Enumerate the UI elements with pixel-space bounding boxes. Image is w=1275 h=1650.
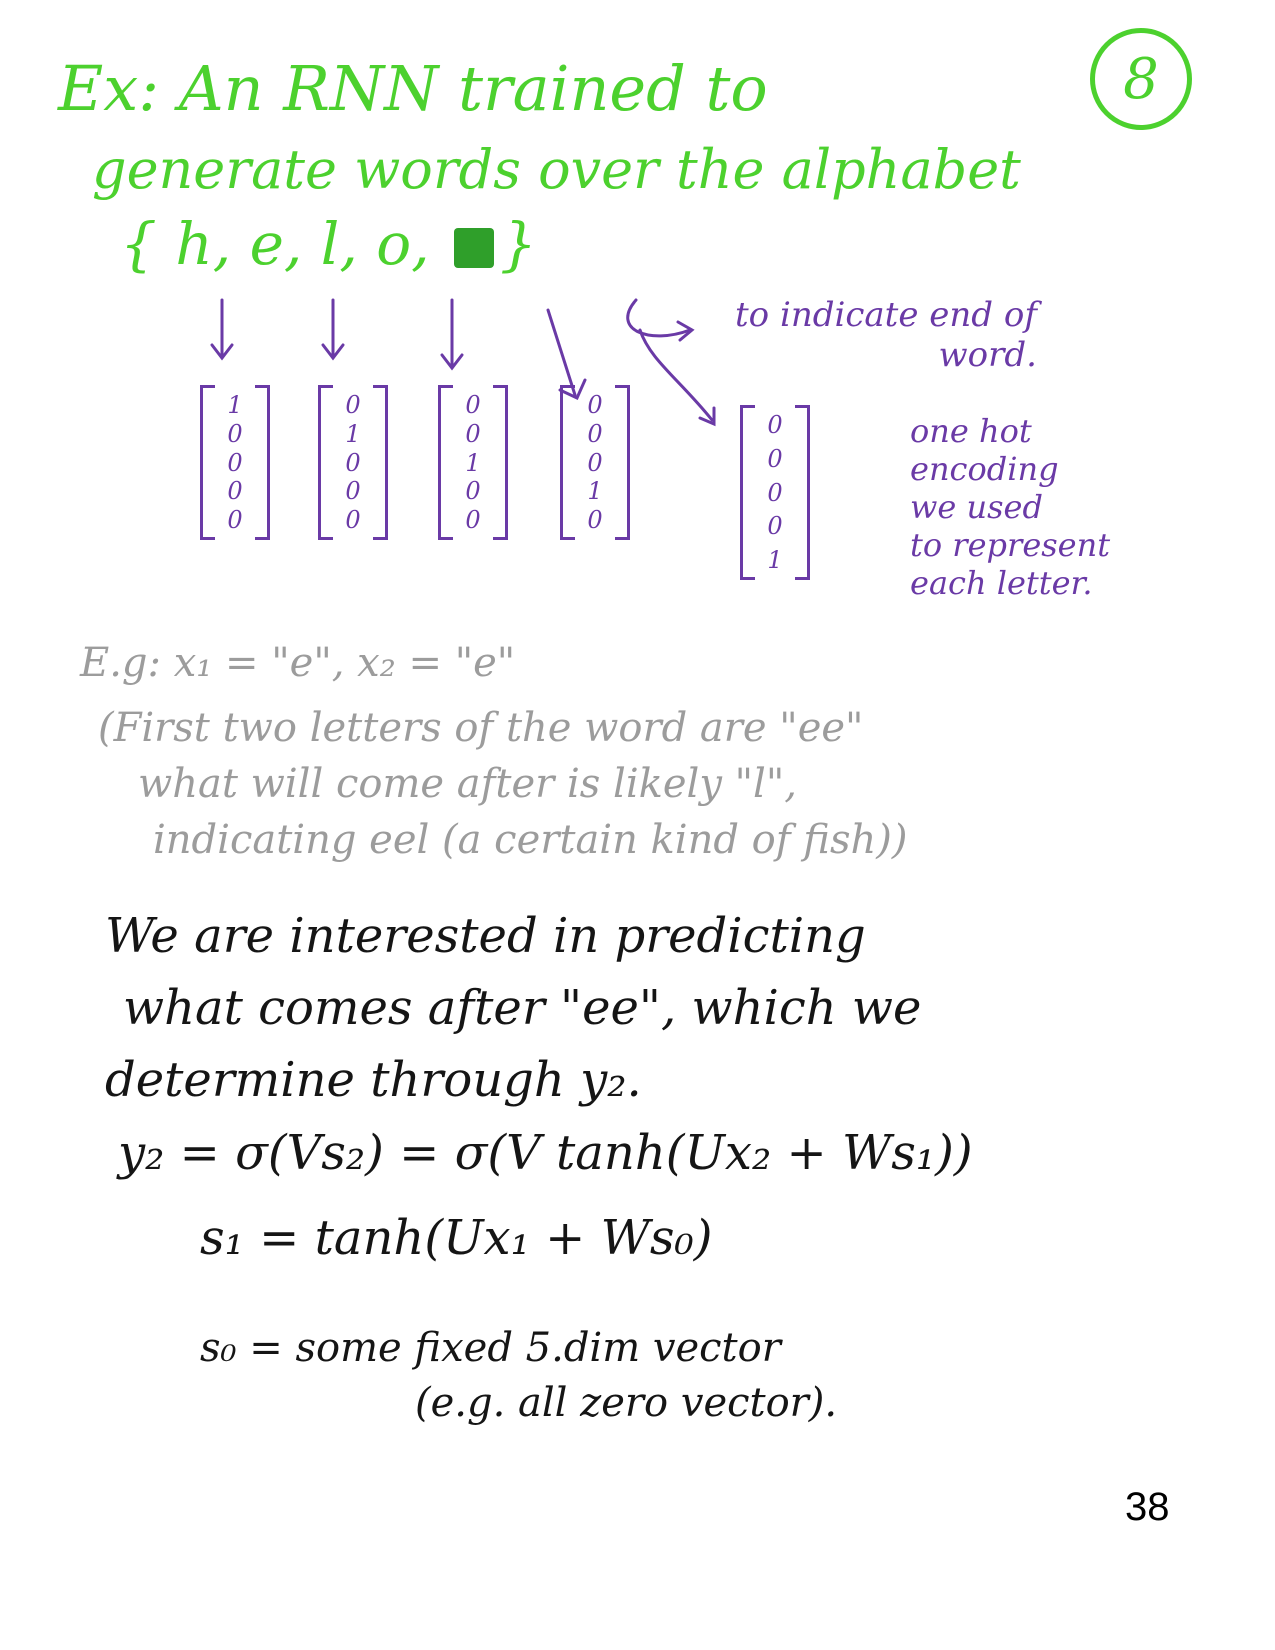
- vector-entry: 0: [767, 512, 783, 541]
- equation-s0-example: (e.g. all zero vector).: [415, 1380, 838, 1426]
- one-hot-note-line-5: each letter.: [910, 564, 1093, 602]
- example-explanation-line-3: indicating eel (a certain kind of fish)): [153, 817, 908, 863]
- vector-entry: 0: [587, 506, 603, 534]
- vector-entry: 0: [587, 448, 603, 477]
- example-line: E.g: x₁ = "e", x₂ = "e": [80, 640, 516, 686]
- one-hot-note: one hot encoding we used to represent ea…: [910, 412, 1110, 602]
- vector-entry: 1: [227, 391, 243, 419]
- vector-entry: 0: [767, 444, 783, 473]
- interest-line-3: determine through y₂.: [105, 1052, 642, 1108]
- example-explanation-line-1: (First two letters of the word are "ee": [98, 705, 864, 751]
- handwritten-note-page: Ex: An RNN trained to generate words ove…: [0, 0, 1275, 1650]
- vector-entry: 1: [767, 546, 783, 574]
- vector-entry: 1: [587, 477, 603, 506]
- vector-entry: 0: [465, 506, 481, 534]
- vector-entry: 0: [227, 419, 243, 448]
- vector-entry: 0: [587, 391, 603, 419]
- arrow-end-vector: [638, 328, 714, 422]
- vector-entry: 0: [345, 448, 361, 477]
- vector-entry: 0: [767, 411, 783, 439]
- page-number: 38: [1125, 1485, 1170, 1529]
- one-hot-note-line-3: we used: [910, 488, 1043, 526]
- vector-entry: 0: [767, 478, 783, 507]
- one-hot-vector-end: 0 0 0 0 1: [740, 405, 810, 580]
- vector-entry: 0: [465, 419, 481, 448]
- vector-entry: 0: [227, 506, 243, 534]
- vector-entry: 0: [345, 477, 361, 506]
- vector-entry: 0: [345, 391, 361, 419]
- vector-entry: 0: [345, 506, 361, 534]
- one-hot-note-line-2: encoding: [910, 450, 1059, 488]
- one-hot-vector-l: 0 0 1 0 0: [438, 385, 508, 540]
- equation-y2: y₂ = σ(Vs₂) = σ(V tanh(Ux₂ + Ws₁)): [118, 1125, 973, 1181]
- vector-entry: 0: [465, 477, 481, 506]
- one-hot-vector-e: 0 1 0 0 0: [318, 385, 388, 540]
- vector-entry: 0: [227, 448, 243, 477]
- arrow-o: [546, 308, 577, 397]
- vector-entry: 0: [465, 391, 481, 419]
- one-hot-note-line-1: one hot: [910, 412, 1032, 450]
- vector-entry: 1: [465, 448, 481, 477]
- interest-paragraph: We are interested in predicting what com…: [105, 900, 921, 1116]
- arrow-end-note: [626, 298, 692, 338]
- vector-entry: 0: [587, 419, 603, 448]
- one-hot-vector-o: 0 0 0 1 0: [560, 385, 630, 540]
- one-hot-vector-h: 1 0 0 0 0: [200, 385, 270, 540]
- equation-s0: s₀ = some fixed 5.dim vector: [200, 1325, 781, 1371]
- vector-entry: 0: [227, 477, 243, 506]
- example-explanation-line-2: what will come after is likely "l",: [138, 761, 797, 807]
- equation-s1: s₁ = tanh(Ux₁ + Ws₀): [200, 1210, 713, 1266]
- vector-entry: 1: [345, 419, 361, 448]
- example-explanation: (First two letters of the word are "ee" …: [98, 700, 907, 868]
- interest-line-1: We are interested in predicting: [105, 908, 866, 964]
- interest-line-2: what comes after "ee", which we: [123, 980, 922, 1036]
- one-hot-note-line-4: to represent: [910, 526, 1111, 564]
